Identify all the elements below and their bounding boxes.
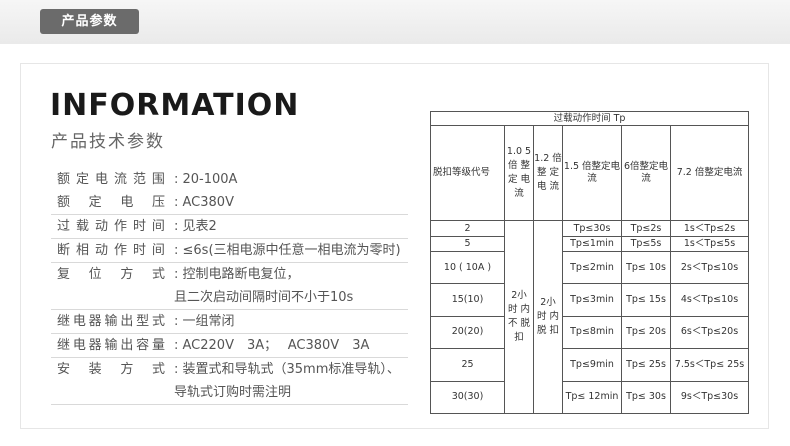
spec-row: 额定电流范围 : 20-100A <box>51 168 408 191</box>
spec-row: 断相动作时间 : ≤6s(三相电源中任意一相电流为零时) <box>51 239 408 263</box>
tab-product-params[interactable]: 产品参数 <box>40 9 139 34</box>
cell-6x: Tp≤ 25s <box>621 348 671 382</box>
cell-code: 2 <box>430 220 505 237</box>
cell-trip-12: 2小 时 内 脱 扣 <box>533 220 563 414</box>
cell-code: 10 ( 10A ) <box>430 250 505 285</box>
cell-1-5x: Tp≤ 12min <box>562 380 622 414</box>
spec-value: : 控制电路断电复位， <box>174 267 300 282</box>
spec-label: 断相动作时间 <box>57 243 165 258</box>
header-1-05x: 1.0 5倍 整 定 电 流 <box>504 125 534 222</box>
cell-code: 30(30) <box>430 380 505 414</box>
cell-7-2x: 7.5s＜Tp≤ 25s <box>669 348 750 382</box>
table-title: 过载动作时间 Tp <box>429 110 750 127</box>
page-subtitle: 产品技术参数 <box>51 132 165 152</box>
cell-no-trip-105: 2小 时 内 不 脱 扣 <box>504 220 534 414</box>
cell-1-5x: Tp≤9min <box>562 348 622 382</box>
spec-value: : 装置式和导轨式（35mm标准导轨）、 <box>174 362 400 377</box>
spec-row: 复位方式 : 控制电路断电复位， <box>51 263 408 286</box>
spec-label: 过载动作时间 <box>57 219 165 234</box>
cell-6x: Tp≤ 15s <box>621 283 671 317</box>
cell-7-2x: 9s＜Tp≤30s <box>669 380 750 414</box>
cell-7-2x: 1s＜Tp≤5s <box>669 235 750 252</box>
spec-value: 且二次启动间隔时间不小于10s <box>174 290 354 305</box>
spec-row: 导轨式订购时需注明 <box>51 381 408 405</box>
cell-1-5x: Tp≤1min <box>562 235 622 252</box>
page-title: INFORMATION <box>50 88 300 123</box>
cell-1-5x: Tp≤2min <box>562 250 622 285</box>
top-bar: 产品参数 <box>0 0 790 44</box>
spec-row: 额定电压 : AC380V <box>51 191 408 215</box>
spec-value: 导轨式订购时需注明 <box>174 385 292 400</box>
spec-label: 安装方式 <box>57 362 165 377</box>
cell-1-5x: Tp≤8min <box>562 315 622 350</box>
spec-label: 额定电流范围 <box>57 172 165 187</box>
spec-label: 继电器输出容量 <box>57 338 165 353</box>
cell-code: 15(10) <box>430 283 505 317</box>
cell-6x: Tp≤2s <box>621 220 671 237</box>
spec-label: 额定电压 <box>57 195 165 210</box>
cell-7-2x: 4s＜Tp≤10s <box>669 283 750 317</box>
spec-label: 继电器输出型式 <box>57 314 165 329</box>
spec-row: 继电器输出容量 : AC220V 3A； AC380V 3A <box>51 334 408 358</box>
trip-time-table: 过载动作时间 Tp 脱扣等级代号 1.0 5倍 整 定 电 流 1.2 倍 整 … <box>429 110 750 414</box>
header-1-2x: 1.2 倍 整 定 电 流 <box>533 125 563 222</box>
cell-6x: Tp≤ 10s <box>621 250 671 285</box>
spec-value: : 见表2 <box>174 219 217 234</box>
cell-7-2x: 2s＜Tp≤10s <box>669 250 750 285</box>
spec-value: : AC220V 3A； AC380V 3A <box>174 338 370 353</box>
spec-list: 额定电流范围 : 20-100A 额定电压 : AC380V 过载动作时间 : … <box>51 168 408 405</box>
spec-value: : 20-100A <box>174 172 238 187</box>
spec-value: : AC380V <box>174 195 234 210</box>
cell-6x: Tp≤ 30s <box>621 380 671 414</box>
cell-6x: Tp≤ 20s <box>621 315 671 350</box>
cell-1-5x: Tp≤3min <box>562 283 622 317</box>
header-1-5x: 1.5 倍整定电流 <box>562 125 622 222</box>
spec-row: 且二次启动间隔时间不小于10s <box>51 286 408 310</box>
cell-code: 25 <box>430 348 505 382</box>
spec-row: 继电器输出型式 : 一组常闭 <box>51 310 408 334</box>
spec-row: 过载动作时间 : 见表2 <box>51 215 408 239</box>
cell-1-5x: Tp≤30s <box>562 220 622 237</box>
spec-value: : 一组常闭 <box>174 314 235 329</box>
header-6x: 6倍整定电流 <box>621 125 671 222</box>
cell-7-2x: 1s＜Tp≤2s <box>669 220 750 237</box>
cell-code: 20(20) <box>430 315 505 350</box>
cell-code: 5 <box>430 235 505 252</box>
spec-row: 安装方式 : 装置式和导轨式（35mm标准导轨）、 <box>51 358 408 381</box>
spec-label: 复位方式 <box>57 267 165 282</box>
header-trip-class: 脱扣等级代号 <box>430 125 505 222</box>
spec-value: : ≤6s(三相电源中任意一相电流为零时) <box>174 243 401 258</box>
cell-7-2x: 6s＜Tp≤20s <box>669 315 750 350</box>
cell-6x: Tp≤5s <box>621 235 671 252</box>
header-7-2x: 7.2 倍整定电流 <box>669 125 750 222</box>
